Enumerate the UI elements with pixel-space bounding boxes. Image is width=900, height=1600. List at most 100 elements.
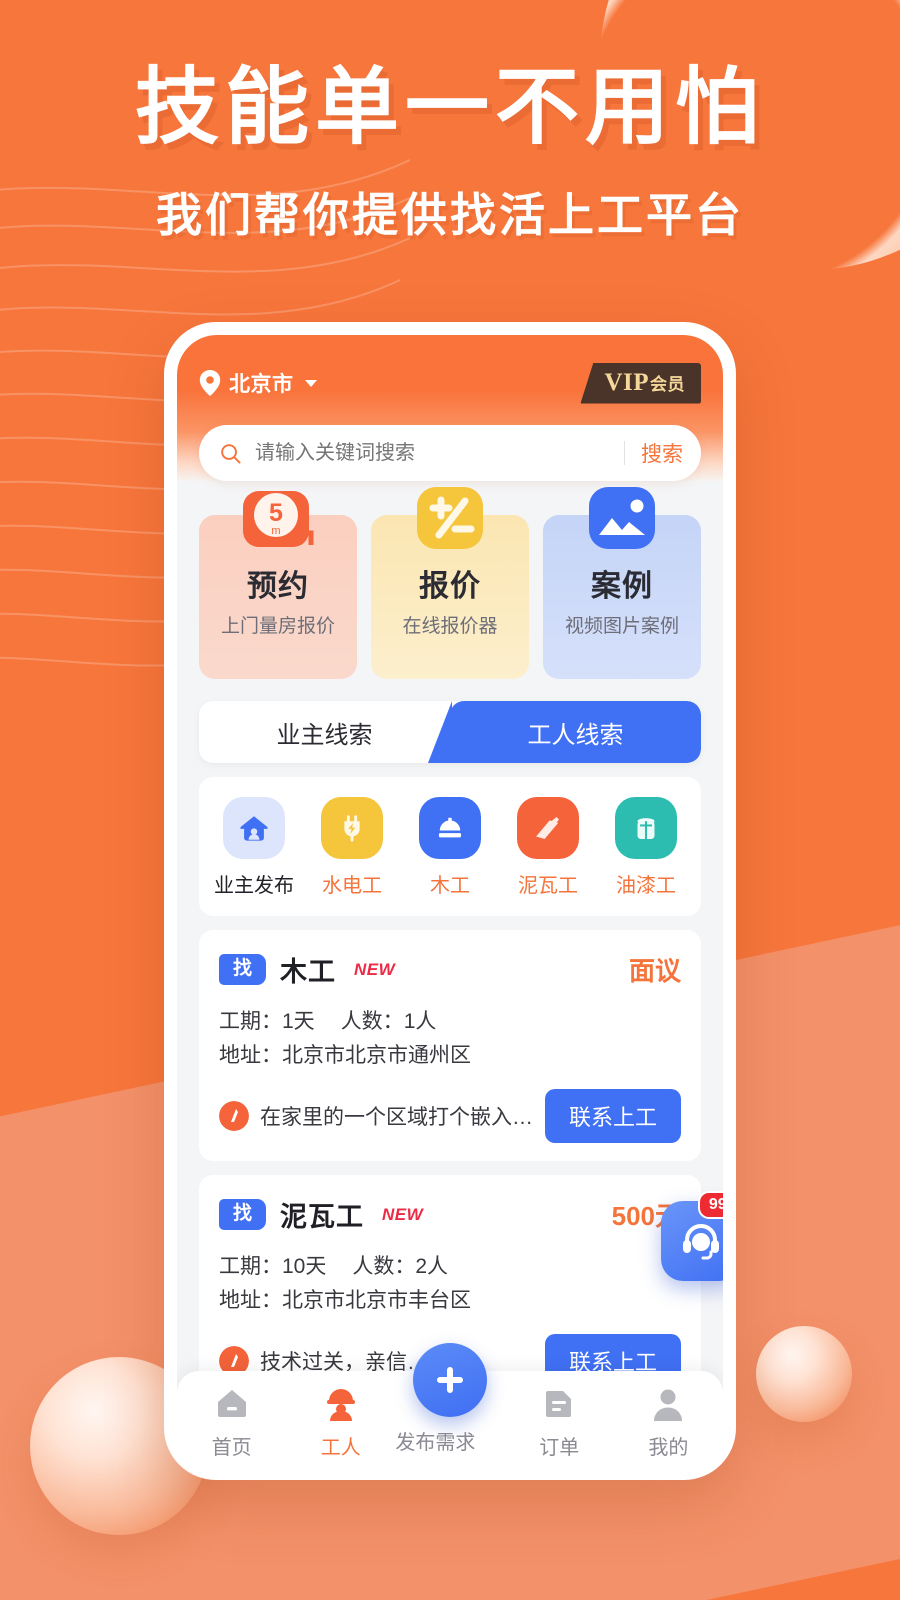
job-title: 泥瓦工 <box>280 1202 365 1233</box>
feature-subtitle: 在线报价器 <box>402 616 498 637</box>
location-selector[interactable]: 北京市 <box>199 368 317 398</box>
category-label: 业主发布 <box>214 875 294 897</box>
plug-icon <box>321 797 383 859</box>
customer-service-button[interactable]: 99+ <box>661 1191 723 1281</box>
job-list: 找 木工 NEW 面议 工期：1天 人数：1人 地址：北京市北京市通州区 在家里… <box>177 930 723 1371</box>
home-icon <box>217 1390 246 1417</box>
nav-label: 发布需求 <box>395 1432 476 1454</box>
search-input[interactable] <box>255 441 624 465</box>
category-label: 水电工 <box>322 875 382 897</box>
vip-badge[interactable]: VIP 会员 <box>580 362 701 404</box>
job-duration-label: 工期： <box>219 1255 282 1279</box>
chevron-down-icon <box>304 379 317 387</box>
calculator-icon <box>417 487 483 549</box>
job-people-value: 1人 <box>403 1010 437 1033</box>
job-people-label: 人数： <box>340 1010 404 1033</box>
feature-cards: 5 m 预约 上门量房报价 报价 在线报价器 案例 视频图片案例 <box>177 481 723 679</box>
photo-icon <box>589 487 655 549</box>
category-label: 泥瓦工 <box>518 875 578 897</box>
unread-badge: 99+ <box>697 1191 723 1219</box>
feature-title: 预约 <box>247 570 309 603</box>
category-painter[interactable]: 油漆工 <box>603 797 689 898</box>
app-header: 北京市 VIP 会员 搜索 <box>177 335 723 481</box>
nav-item-workers[interactable]: 工人 <box>286 1385 395 1460</box>
tab-owner-leads[interactable]: 业主线索 <box>199 701 450 763</box>
feature-subtitle: 视频图片案例 <box>564 616 679 637</box>
trowel-icon <box>517 797 579 859</box>
category-owner-post[interactable]: 业主发布 <box>211 797 297 898</box>
new-badge: NEW <box>354 959 396 979</box>
job-address-value: 北京市北京市通州区 <box>282 1044 471 1068</box>
search-button[interactable]: 搜索 <box>641 438 695 468</box>
job-address-label: 地址： <box>219 1289 282 1313</box>
job-tag: 找 <box>219 954 267 985</box>
job-card-header: 找 泥瓦工 NEW 500元 <box>219 1195 681 1234</box>
header-row: 北京市 VIP 会员 <box>199 362 701 404</box>
job-card-footer: 在家里的一个区域打个嵌入式… 联系上工 <box>219 1089 681 1144</box>
decorative-sphere-small <box>756 1326 852 1422</box>
order-doc-icon <box>546 1391 572 1417</box>
nav-item-home[interactable]: 首页 <box>177 1385 286 1460</box>
svg-text:m: m <box>271 525 280 537</box>
contact-button[interactable]: 联系上工 <box>544 1089 681 1144</box>
add-button[interactable] <box>413 1343 487 1417</box>
job-card-header: 找 木工 NEW 面议 <box>219 950 681 989</box>
nav-label: 首页 <box>211 1437 252 1459</box>
person-icon <box>654 1389 683 1421</box>
location-label: 北京市 <box>229 373 294 396</box>
job-duration-value: 1天 <box>282 1010 315 1033</box>
job-people-label: 人数： <box>352 1255 416 1279</box>
job-people-value: 2人 <box>415 1255 449 1279</box>
search-icon <box>221 443 241 464</box>
job-meta: 工期：10天 人数：2人 地址：北京市北京市丰台区 <box>219 1250 681 1318</box>
home-user-icon <box>223 797 285 859</box>
avatar <box>219 1346 249 1371</box>
job-card[interactable]: 找 木工 NEW 面议 工期：1天 人数：1人 地址：北京市北京市通州区 在家里… <box>199 930 701 1162</box>
category-carpenter[interactable]: 木工 <box>407 797 493 898</box>
job-duration-value: 10天 <box>282 1255 327 1279</box>
nav-label: 工人 <box>320 1437 361 1459</box>
headset-support-icon <box>683 1224 719 1260</box>
worker-helmet-icon <box>326 1389 355 1421</box>
hero-subtitle: 我们帮你提供找活上工平台 <box>156 188 744 241</box>
job-tag: 找 <box>219 1199 267 1230</box>
app-scroll-area[interactable]: 北京市 VIP 会员 搜索 <box>177 335 723 1371</box>
bottom-navbar: 首页 工人 发布需求 订单 我的 <box>177 1343 723 1467</box>
vip-badge-main: VIP <box>604 368 649 396</box>
tape-measure-icon: 5 m <box>243 491 314 547</box>
category-label: 油漆工 <box>616 875 676 897</box>
hero-title: 技能单一不用怕 <box>134 60 765 154</box>
job-address-value: 北京市北京市丰台区 <box>282 1289 471 1313</box>
job-description: 技术过关，亲信… <box>260 1351 428 1371</box>
nav-item-orders[interactable]: 订单 <box>505 1385 614 1460</box>
category-mason[interactable]: 泥瓦工 <box>505 797 591 898</box>
phone-mockup: 北京市 VIP 会员 搜索 <box>164 322 736 1480</box>
job-card[interactable]: 找 泥瓦工 NEW 500元 工期：10天 人数：2人 地址：北京市北京市丰台区 <box>199 1175 701 1371</box>
phone-screen: 北京市 VIP 会员 搜索 <box>177 335 723 1467</box>
feature-card-appointment[interactable]: 5 m 预约 上门量房报价 <box>199 491 357 679</box>
job-duration-label: 工期： <box>219 1010 282 1033</box>
avatar <box>219 1101 249 1132</box>
feature-subtitle: 上门量房报价 <box>220 616 335 637</box>
paint-bucket-icon <box>615 797 677 859</box>
category-electrician[interactable]: 水电工 <box>309 797 395 898</box>
new-badge: NEW <box>382 1204 424 1224</box>
nav-item-profile[interactable]: 我的 <box>614 1385 723 1460</box>
search-bar[interactable]: 搜索 <box>199 425 701 481</box>
job-meta: 工期：1天 人数：1人 地址：北京市北京市通州区 <box>219 1005 681 1073</box>
lead-type-tabs: 业主线索 工人线索 <box>199 701 701 763</box>
feature-card-cases[interactable]: 案例 视频图片案例 <box>543 487 701 679</box>
nav-label: 我的 <box>648 1437 689 1459</box>
map-pin-icon <box>199 370 221 396</box>
category-label: 木工 <box>430 875 470 897</box>
category-strip: 业主发布 水电工 木工 泥瓦工 油漆工 <box>199 777 701 916</box>
contact-button[interactable]: 联系上工 <box>544 1334 681 1371</box>
job-address-label: 地址： <box>219 1044 282 1068</box>
feature-card-quote[interactable]: 报价 在线报价器 <box>371 487 529 679</box>
feature-title: 案例 <box>591 570 653 603</box>
job-description: 在家里的一个区域打个嵌入式… <box>260 1106 545 1130</box>
tab-worker-leads[interactable]: 工人线索 <box>450 701 701 763</box>
plus-icon <box>437 1367 463 1393</box>
saw-icon <box>419 797 481 859</box>
vip-badge-sub: 会员 <box>650 374 685 394</box>
